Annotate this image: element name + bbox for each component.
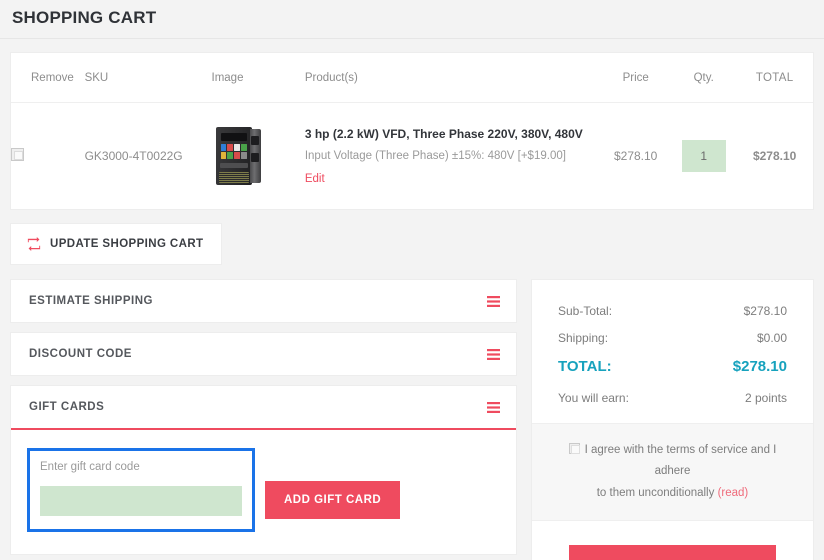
column-header-price: Price bbox=[600, 53, 671, 103]
thumb-keypad bbox=[221, 144, 247, 159]
table-header-row: Remove SKU Image Product(s) Price Qty. T… bbox=[11, 53, 813, 103]
proceed-to-checkout-button[interactable]: PROCEED TO CHECKOUT bbox=[569, 545, 777, 560]
accordion-column: ESTIMATE SHIPPING DISCOUNT CODE bbox=[10, 279, 517, 555]
terms-read-link[interactable]: (read) bbox=[718, 487, 749, 499]
accordion-estimate-shipping-label: ESTIMATE SHIPPING bbox=[29, 295, 153, 307]
summary-row-points: You will earn: 2 points bbox=[558, 391, 787, 405]
cart-table-header: Remove SKU Image Product(s) Price Qty. T… bbox=[11, 53, 813, 103]
sync-icon bbox=[27, 237, 41, 251]
column-header-products: Product(s) bbox=[305, 53, 600, 103]
product-thumbnail-icon[interactable] bbox=[212, 125, 264, 187]
cell-remove bbox=[11, 103, 85, 210]
column-header-image: Image bbox=[212, 53, 305, 103]
accordion-estimate-shipping: ESTIMATE SHIPPING bbox=[10, 279, 517, 323]
product-name: 3 hp (2.2 kW) VFD, Three Phase 220V, 380… bbox=[305, 127, 600, 142]
thumb-vent bbox=[219, 172, 249, 183]
page-header: SHOPPING CART bbox=[0, 0, 824, 39]
summary-shipping-value: $0.00 bbox=[757, 331, 787, 345]
cell-image bbox=[212, 103, 305, 210]
cell-price: $278.10 bbox=[600, 103, 671, 210]
terms-text-2: to them unconditionally bbox=[597, 487, 715, 499]
key-yellow bbox=[221, 152, 227, 159]
accordion-discount-code: DISCOUNT CODE bbox=[10, 332, 517, 376]
lower-section: ESTIMATE SHIPPING DISCOUNT CODE bbox=[0, 265, 824, 560]
shopping-cart-page: SHOPPING CART Remove SKU Image Product(s… bbox=[0, 0, 824, 560]
summary-points-value: 2 points bbox=[745, 391, 787, 405]
thumb-label bbox=[220, 163, 248, 168]
accordion-discount-code-label: DISCOUNT CODE bbox=[29, 348, 132, 360]
checkout-button-wrap: PROCEED TO CHECKOUT bbox=[532, 521, 813, 560]
summary-row-shipping: Shipping: $0.00 bbox=[558, 331, 787, 345]
page-title: SHOPPING CART bbox=[12, 8, 812, 28]
summary-shipping-label: Shipping: bbox=[558, 331, 608, 345]
terms-line-1: I agree with the terms of service and I … bbox=[552, 440, 793, 483]
key-white bbox=[234, 144, 240, 151]
cell-qty bbox=[671, 103, 736, 210]
summary-subtotal-label: Sub-Total: bbox=[558, 304, 612, 318]
accordion-estimate-shipping-header[interactable]: ESTIMATE SHIPPING bbox=[11, 280, 516, 322]
quantity-input[interactable] bbox=[682, 140, 726, 172]
cart-table-body: GK3000-4T0022G bbox=[11, 103, 813, 210]
summary-column: Sub-Total: $278.10 Shipping: $0.00 TOTAL… bbox=[531, 279, 814, 560]
thumb-side bbox=[250, 129, 261, 183]
remove-checkbox[interactable] bbox=[11, 148, 24, 161]
cart-table: Remove SKU Image Product(s) Price Qty. T… bbox=[11, 53, 813, 209]
accordion-gift-cards: GIFT CARDS bbox=[10, 385, 517, 430]
hamburger-icon bbox=[487, 402, 500, 413]
summary-row-total: TOTAL: $278.10 bbox=[558, 358, 787, 375]
column-header-qty: Qty. bbox=[671, 53, 736, 103]
terms-checkbox[interactable] bbox=[569, 443, 580, 454]
summary-points-label: You will earn: bbox=[558, 391, 629, 405]
terms-text-1: I agree with the terms of service and I … bbox=[585, 444, 777, 477]
column-header-total: TOTAL bbox=[736, 53, 813, 103]
thumb-display bbox=[221, 133, 247, 141]
gift-card-label: Enter gift card code bbox=[40, 461, 242, 473]
cart-table-card: Remove SKU Image Product(s) Price Qty. T… bbox=[10, 52, 814, 210]
product-option: Input Voltage (Three Phase) ±15%: 480V [… bbox=[305, 150, 600, 162]
order-summary-card: Sub-Total: $278.10 Shipping: $0.00 TOTAL… bbox=[531, 279, 814, 560]
table-row: GK3000-4T0022G bbox=[11, 103, 813, 210]
edit-product-link[interactable]: Edit bbox=[305, 173, 325, 185]
accordion-discount-code-header[interactable]: DISCOUNT CODE bbox=[11, 333, 516, 375]
gift-card-input[interactable] bbox=[40, 486, 242, 516]
accordion-gift-cards-header[interactable]: GIFT CARDS bbox=[11, 386, 516, 430]
terms-line-2: to them unconditionally (read) bbox=[552, 483, 793, 504]
cell-sku: GK3000-4T0022G bbox=[85, 103, 212, 210]
column-header-sku: SKU bbox=[85, 53, 212, 103]
column-header-remove: Remove bbox=[11, 53, 85, 103]
gift-card-field-group: Enter gift card code bbox=[27, 448, 255, 532]
key-green bbox=[241, 144, 247, 151]
update-shopping-cart-button[interactable]: UPDATE SHOPPING CART bbox=[10, 223, 222, 265]
summary-row-subtotal: Sub-Total: $278.10 bbox=[558, 304, 787, 318]
key-red-2 bbox=[234, 152, 240, 159]
hamburger-icon bbox=[487, 296, 500, 307]
key-gray bbox=[241, 152, 247, 159]
key-red bbox=[227, 144, 233, 151]
summary-total-label: TOTAL: bbox=[558, 358, 612, 375]
key-green-2 bbox=[227, 152, 233, 159]
key-blue bbox=[221, 144, 227, 151]
update-shopping-cart-label: UPDATE SHOPPING CART bbox=[50, 238, 203, 250]
summary-rows: Sub-Total: $278.10 Shipping: $0.00 TOTAL… bbox=[532, 284, 813, 423]
cell-product: 3 hp (2.2 kW) VFD, Three Phase 220V, 380… bbox=[305, 103, 600, 210]
gift-card-panel: Enter gift card code ADD GIFT CARD bbox=[10, 430, 517, 555]
cell-total: $278.10 bbox=[736, 103, 813, 210]
summary-total-value: $278.10 bbox=[733, 358, 787, 375]
hamburger-icon bbox=[487, 349, 500, 360]
summary-subtotal-value: $278.10 bbox=[744, 304, 787, 318]
accordion-gift-cards-label: GIFT CARDS bbox=[29, 401, 104, 413]
terms-of-service-section: I agree with the terms of service and I … bbox=[532, 423, 813, 521]
add-gift-card-button[interactable]: ADD GIFT CARD bbox=[265, 481, 400, 519]
